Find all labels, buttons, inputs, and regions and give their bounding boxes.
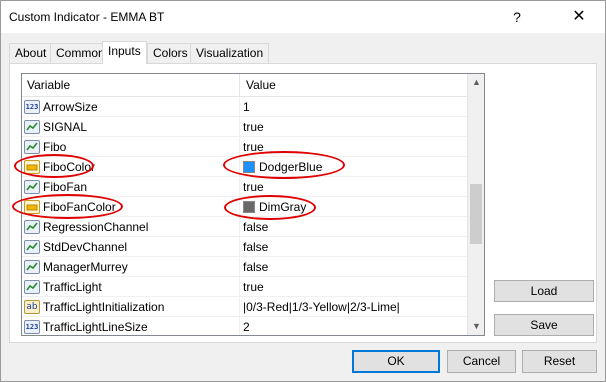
variable-name: TrafficLightInitialization [43, 300, 165, 314]
variable-cell: Fibo [22, 137, 240, 157]
value-cell[interactable]: |0/3-Red|1/3-Yellow|2/3-Lime| [241, 297, 467, 317]
variable-name: TrafficLight [43, 280, 102, 294]
boolean-icon [24, 120, 40, 134]
ok-button[interactable]: OK [352, 350, 440, 373]
reset-button[interactable]: Reset [522, 350, 597, 373]
grid-header: Variable Value [22, 74, 467, 97]
column-header-variable[interactable]: Variable [22, 74, 240, 97]
table-row[interactable]: 123 ArrowSize 1 [22, 97, 467, 117]
cancel-button[interactable]: Cancel [447, 350, 516, 373]
variable-name: FiboColor [43, 160, 96, 174]
value-cell[interactable]: DodgerBlue [241, 157, 467, 177]
value-cell[interactable]: true [241, 137, 467, 157]
variable-name: TrafficLightLineSize [43, 320, 148, 334]
variable-cell: ab TrafficLightInitialization [22, 297, 240, 317]
variable-cell: RegressionChannel [22, 217, 240, 237]
boolean-icon [24, 280, 40, 294]
value-cell[interactable]: true [241, 277, 467, 297]
color-icon [24, 200, 40, 214]
variable-cell: FiboFanColor [22, 197, 240, 217]
value-cell[interactable]: 1 [241, 97, 467, 117]
boolean-icon [24, 180, 40, 194]
color-icon [24, 160, 40, 174]
table-row[interactable]: FiboColor DodgerBlue [22, 157, 467, 177]
variable-name: ArrowSize [43, 100, 98, 114]
scrollbar-thumb[interactable] [470, 184, 482, 244]
variable-name: Fibo [43, 140, 67, 154]
value-cell[interactable]: false [241, 217, 467, 237]
variable-name: ManagerMurrey [43, 260, 128, 274]
variable-name: RegressionChannel [43, 220, 149, 234]
tab-colors[interactable]: Colors [147, 43, 194, 63]
variable-cell: StdDevChannel [22, 237, 240, 257]
column-header-value[interactable]: Value [241, 74, 467, 97]
value-cell[interactable]: 2 [241, 317, 467, 335]
variable-name: StdDevChannel [43, 240, 128, 254]
numeric-icon: 123 [24, 100, 40, 114]
boolean-icon [24, 140, 40, 154]
table-row[interactable]: RegressionChannel false [22, 217, 467, 237]
table-row[interactable]: FiboFan true [22, 177, 467, 197]
close-button[interactable]: ✕ [565, 5, 593, 29]
tab-visualization[interactable]: Visualization [190, 43, 270, 63]
table-row[interactable]: Fibo true [22, 137, 467, 157]
help-button[interactable]: ? [503, 5, 531, 29]
variable-cell: 123 TrafficLightLineSize [22, 317, 240, 335]
color-swatch [243, 201, 255, 213]
value-cell[interactable]: true [241, 177, 467, 197]
table-row[interactable]: ManagerMurrey false [22, 257, 467, 277]
tab-about[interactable]: About [9, 43, 53, 63]
table-row[interactable]: 123 TrafficLightLineSize 2 [22, 317, 467, 335]
inputs-panel: Variable Value 123 ArrowSize 1 SIGNAL tr… [9, 63, 597, 343]
variable-cell: TrafficLight [22, 277, 240, 297]
color-value: DodgerBlue [259, 160, 323, 174]
boolean-icon [24, 240, 40, 254]
scroll-up-arrow-icon[interactable]: ▲ [468, 74, 484, 91]
custom-indicator-dialog: Custom Indicator - EMMA BT ? ✕ About Com… [0, 0, 606, 382]
boolean-icon [24, 220, 40, 234]
vertical-scrollbar[interactable]: ▲ ▼ [467, 74, 484, 335]
numeric-icon: 123 [24, 320, 40, 334]
title-bar: Custom Indicator - EMMA BT ? ✕ [1, 1, 605, 33]
variable-name: FiboFan [43, 180, 88, 194]
string-icon: ab [24, 300, 40, 314]
variable-name: FiboFanColor [43, 200, 116, 214]
scroll-down-arrow-icon[interactable]: ▼ [468, 318, 484, 335]
color-swatch [243, 161, 255, 173]
variable-cell: 123 ArrowSize [22, 97, 240, 117]
tab-inputs[interactable]: Inputs [102, 41, 147, 64]
table-row[interactable]: TrafficLight true [22, 277, 467, 297]
load-button[interactable]: Load [494, 280, 594, 302]
variable-cell: FiboColor [22, 157, 240, 177]
window-title: Custom Indicator - EMMA BT [9, 10, 165, 24]
color-value: DimGray [259, 200, 307, 214]
table-row[interactable]: FiboFanColor DimGray [22, 197, 467, 217]
value-cell[interactable]: DimGray [241, 197, 467, 217]
table-row[interactable]: StdDevChannel false [22, 237, 467, 257]
table-row[interactable]: SIGNAL true [22, 117, 467, 137]
variable-cell: SIGNAL [22, 117, 240, 137]
value-cell[interactable]: false [241, 237, 467, 257]
save-button[interactable]: Save [494, 314, 594, 336]
table-row[interactable]: ab TrafficLightInitialization |0/3-Red|1… [22, 297, 467, 317]
inputs-grid: Variable Value 123 ArrowSize 1 SIGNAL tr… [21, 73, 485, 336]
variable-name: SIGNAL [43, 120, 88, 134]
boolean-icon [24, 260, 40, 274]
value-cell[interactable]: false [241, 257, 467, 277]
variable-cell: ManagerMurrey [22, 257, 240, 277]
value-cell[interactable]: true [241, 117, 467, 137]
variable-cell: FiboFan [22, 177, 240, 197]
